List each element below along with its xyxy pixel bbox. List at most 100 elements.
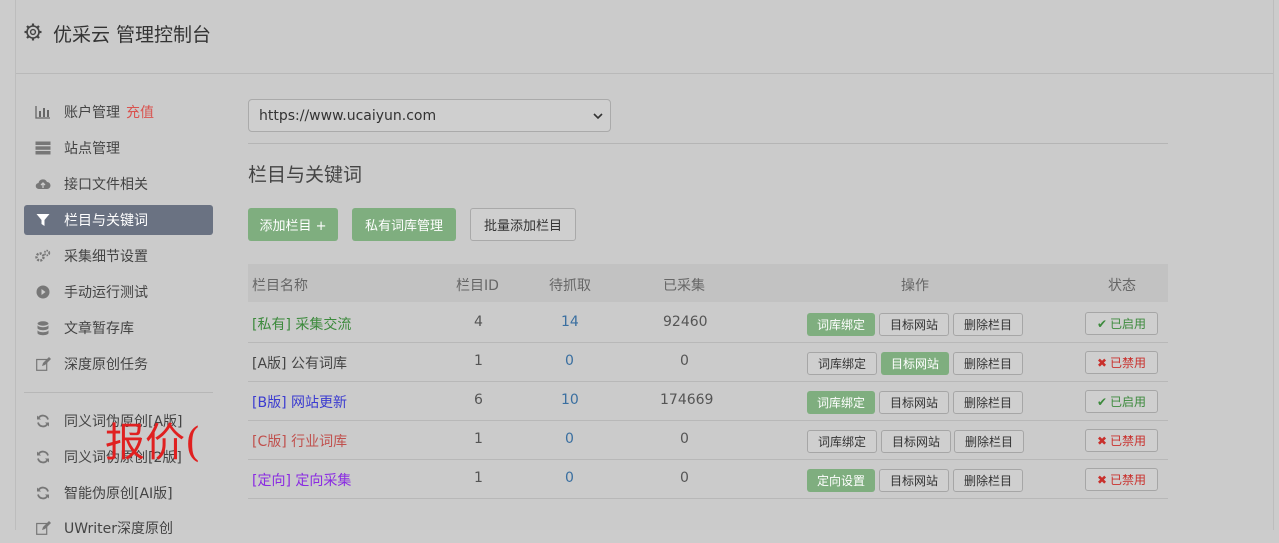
check-icon: ✔ bbox=[1096, 394, 1108, 409]
column-tag: [私有] bbox=[252, 317, 291, 333]
status-toggle[interactable]: ✖ 已禁用 bbox=[1085, 351, 1158, 374]
column-header: 栏目ID bbox=[456, 278, 499, 294]
app-frame: 优采云 管理控制台 账户管理 充值 站点管理 接口文件相关 栏目与关键词 采集细… bbox=[15, 0, 1274, 537]
column-header: 已采集 bbox=[663, 278, 705, 294]
pending-count[interactable]: 0 bbox=[565, 353, 574, 369]
column-title: 定向采集 bbox=[295, 473, 352, 489]
sidebar-item-ai-pseudo-original[interactable]: 智能伪原创[AI版] bbox=[24, 478, 213, 508]
overlay-annotation: 报价( bbox=[105, 420, 201, 466]
collected-count: 0 bbox=[680, 470, 689, 486]
refresh-icon bbox=[35, 485, 51, 501]
sidebar-item-label: 接口文件相关 bbox=[64, 177, 148, 193]
pending-count[interactable]: 0 bbox=[565, 431, 574, 447]
sidebar-item-manual-run[interactable]: 手动运行测试 bbox=[24, 277, 213, 307]
delete-column-button[interactable]: 删除栏目 bbox=[954, 430, 1024, 453]
add-column-button[interactable]: 添加栏目 + bbox=[248, 208, 338, 241]
column-title: 采集交流 bbox=[295, 317, 352, 333]
edit-icon bbox=[35, 520, 51, 536]
column-id: 1 bbox=[474, 431, 483, 447]
bar-chart-icon bbox=[35, 104, 51, 120]
column-header: 栏目名称 bbox=[252, 278, 308, 294]
column-id: 1 bbox=[474, 353, 483, 369]
close-icon: ✖ bbox=[1096, 433, 1108, 448]
recharge-link[interactable]: 充值 bbox=[126, 102, 154, 122]
bind-lexicon-button[interactable]: 词库绑定 bbox=[807, 430, 877, 453]
target-site-button[interactable]: 目标网站 bbox=[879, 313, 949, 336]
collected-count: 174669 bbox=[660, 392, 714, 408]
column-title: 网站更新 bbox=[290, 395, 347, 411]
site-select-value: https://www.ucaiyun.com bbox=[259, 107, 437, 124]
pending-count[interactable]: 0 bbox=[565, 470, 574, 486]
target-site-button[interactable]: 目标网站 bbox=[879, 469, 949, 492]
filter-icon bbox=[35, 212, 51, 228]
status-label: 已启用 bbox=[1110, 395, 1147, 409]
cloud-upload-icon bbox=[35, 176, 51, 192]
column-id: 4 bbox=[474, 314, 483, 330]
sidebar-item-label: 智能伪原创[AI版] bbox=[64, 486, 173, 502]
check-icon: ✔ bbox=[1096, 316, 1108, 331]
bind-lexicon-button[interactable]: 词库绑定 bbox=[807, 313, 875, 336]
sidebar-item-label: 采集细节设置 bbox=[64, 249, 148, 265]
bind-lexicon-button[interactable]: 词库绑定 bbox=[807, 391, 875, 414]
app-title: 优采云 管理控制台 bbox=[53, 24, 212, 46]
sidebar-item-label: 文章暂存库 bbox=[64, 321, 134, 337]
status-label: 已禁用 bbox=[1110, 473, 1147, 487]
column-tag: [定向] bbox=[252, 473, 291, 489]
table-row: [C版] 行业词库 1 0 0 词库绑定 目标网站 删除栏目 ✖ 已禁用 bbox=[248, 420, 1168, 460]
column-id: 6 bbox=[474, 392, 483, 408]
pending-count[interactable]: 14 bbox=[561, 314, 579, 330]
directed-settings-button[interactable]: 定向设置 bbox=[807, 469, 875, 492]
private-lexicon-button[interactable]: 私有词库管理 bbox=[352, 208, 456, 241]
column-name[interactable]: [私有] 采集交流 bbox=[252, 314, 351, 334]
status-label: 已启用 bbox=[1110, 317, 1147, 331]
sidebar-item-deep-original[interactable]: 深度原创任务 bbox=[24, 349, 213, 379]
column-name[interactable]: [C版] 行业词库 bbox=[252, 431, 347, 451]
column-title: 行业词库 bbox=[291, 434, 348, 450]
table-header: 栏目名称 栏目ID 待抓取 已采集 操作 状态 bbox=[248, 264, 1168, 302]
delete-column-button[interactable]: 删除栏目 bbox=[953, 391, 1023, 414]
column-name[interactable]: [定向] 定向采集 bbox=[252, 470, 351, 490]
column-name[interactable]: [B版] 网站更新 bbox=[252, 392, 347, 412]
sidebar-item-sites[interactable]: 站点管理 bbox=[24, 133, 213, 163]
close-icon: ✖ bbox=[1096, 472, 1108, 487]
table-row: [B版] 网站更新 6 10 174669 词库绑定 目标网站 删除栏目 ✔ 已启… bbox=[248, 381, 1168, 421]
table-row: [A版] 公有词库 1 0 0 词库绑定 目标网站 删除栏目 ✖ 已禁用 bbox=[248, 342, 1168, 382]
sidebar-item-uwriter[interactable]: UWriter深度原创 bbox=[24, 513, 213, 543]
status-toggle[interactable]: ✔ 已启用 bbox=[1085, 390, 1158, 413]
site-select[interactable]: https://www.ucaiyun.com bbox=[248, 99, 611, 132]
edit-icon bbox=[35, 356, 51, 372]
sidebar-item-label: 账户管理 bbox=[64, 105, 120, 121]
sidebar-item-label: 手动运行测试 bbox=[64, 285, 148, 301]
sidebar-item-interface-files[interactable]: 接口文件相关 bbox=[24, 169, 213, 199]
bind-lexicon-button[interactable]: 词库绑定 bbox=[807, 352, 877, 375]
column-tag: [C版] bbox=[252, 434, 287, 450]
collected-count: 0 bbox=[680, 431, 689, 447]
delete-column-button[interactable]: 删除栏目 bbox=[953, 313, 1023, 336]
sidebar-item-account[interactable]: 账户管理 充值 bbox=[24, 97, 213, 127]
sidebar-divider bbox=[24, 392, 213, 393]
collected-count: 0 bbox=[680, 353, 689, 369]
target-site-button[interactable]: 目标网站 bbox=[881, 352, 949, 375]
sidebar-item-label: UWriter深度原创 bbox=[64, 521, 173, 537]
status-label: 已禁用 bbox=[1110, 434, 1147, 448]
sidebar-item-columns-keywords[interactable]: 栏目与关键词 bbox=[24, 205, 213, 235]
delete-column-button[interactable]: 删除栏目 bbox=[953, 469, 1023, 492]
sidebar-item-collection-settings[interactable]: 采集细节设置 bbox=[24, 241, 213, 271]
status-toggle[interactable]: ✔ 已启用 bbox=[1085, 312, 1158, 335]
status-toggle[interactable]: ✖ 已禁用 bbox=[1085, 468, 1158, 491]
column-name[interactable]: [A版] 公有词库 bbox=[252, 353, 347, 373]
pending-count[interactable]: 10 bbox=[561, 392, 579, 408]
chevron-down-icon bbox=[593, 113, 603, 120]
delete-column-button[interactable]: 删除栏目 bbox=[953, 352, 1023, 375]
status-toggle[interactable]: ✖ 已禁用 bbox=[1085, 429, 1158, 452]
batch-add-column-button[interactable]: 批量添加栏目 bbox=[470, 208, 576, 241]
sidebar-item-label: 站点管理 bbox=[64, 141, 120, 157]
sidebar-item-article-storage[interactable]: 文章暂存库 bbox=[24, 313, 213, 343]
sidebar-item-label: 深度原创任务 bbox=[64, 357, 148, 373]
target-site-button[interactable]: 目标网站 bbox=[881, 430, 951, 453]
table-row: [定向] 定向采集 1 0 0 定向设置 目标网站 删除栏目 ✖ 已禁用 bbox=[248, 459, 1168, 499]
collected-count: 92460 bbox=[663, 314, 708, 330]
header: 优采云 管理控制台 bbox=[16, 0, 1273, 74]
sidebar-item-label: 栏目与关键词 bbox=[64, 213, 148, 229]
target-site-button[interactable]: 目标网站 bbox=[879, 391, 949, 414]
